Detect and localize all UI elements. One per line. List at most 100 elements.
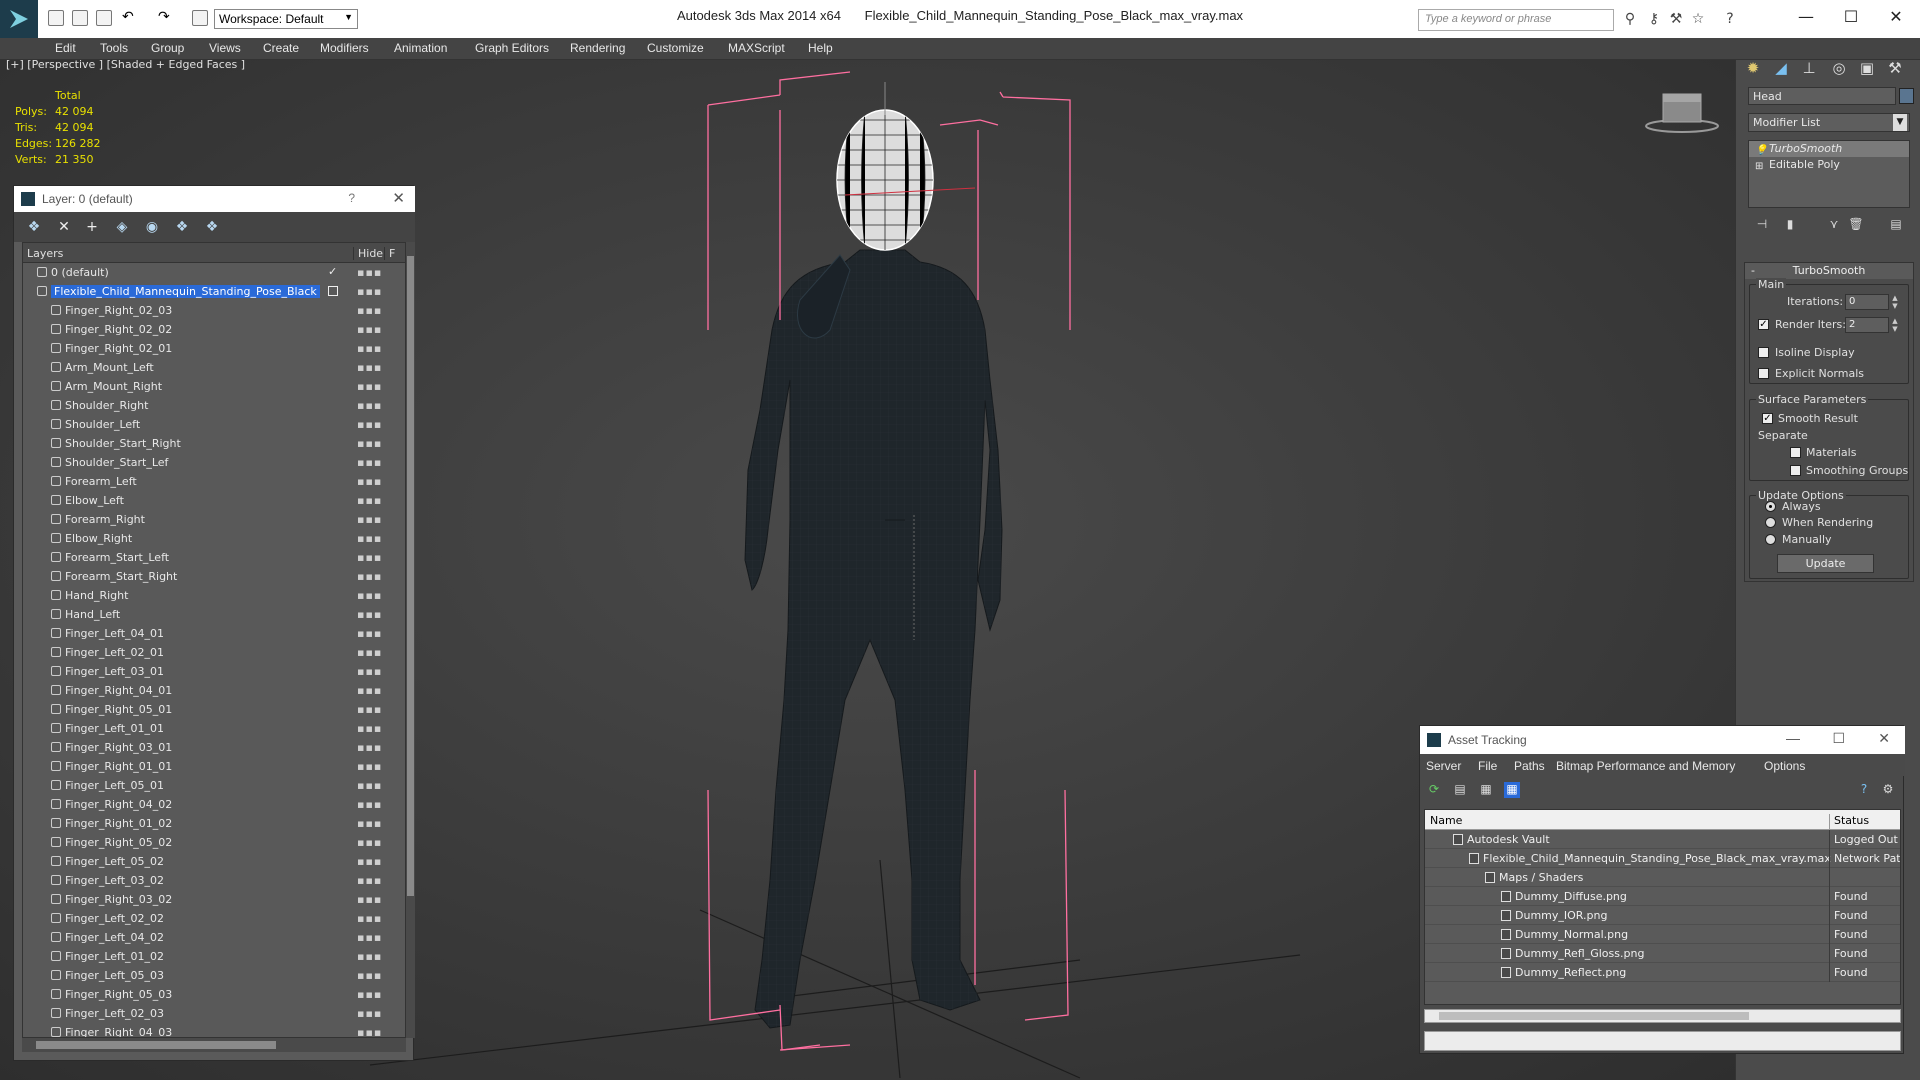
- remove-modifier-icon[interactable]: 🗑: [1848, 217, 1864, 233]
- layer-object-item[interactable]: Finger_Left_02_02 ▪▪▪: [23, 909, 405, 928]
- favorites-star-icon[interactable]: ☆: [1690, 11, 1706, 27]
- layer-window-titlebar[interactable]: Layer: 0 (default) ? ✕: [14, 186, 415, 212]
- hide-toggle-icon[interactable]: ▪▪▪: [357, 931, 382, 944]
- close-button[interactable]: ✕: [392, 189, 405, 207]
- minimize-button[interactable]: —: [1786, 5, 1826, 29]
- hide-toggle-icon[interactable]: ▪▪▪: [357, 551, 382, 564]
- menu-views[interactable]: Views: [209, 41, 241, 55]
- column-hide[interactable]: Hide: [353, 247, 383, 260]
- freeze-all-icon[interactable]: ❖: [204, 219, 220, 235]
- layer-object-item[interactable]: Finger_Right_04_02 ▪▪▪: [23, 795, 405, 814]
- refresh-icon[interactable]: ⟳: [1426, 782, 1442, 798]
- menu-customize[interactable]: Customize: [647, 41, 704, 55]
- subscription-icon[interactable]: ⚷: [1646, 11, 1662, 27]
- hide-toggle-icon[interactable]: ▪▪▪: [357, 817, 382, 830]
- hide-toggle-icon[interactable]: ▪▪▪: [357, 589, 382, 602]
- scrollbar-thumb[interactable]: [1439, 1012, 1749, 1020]
- hide-toggle-icon[interactable]: ▪▪▪: [357, 399, 382, 412]
- hide-toggle-icon[interactable]: ▪▪▪: [357, 513, 382, 526]
- settings-icon[interactable]: ⚙: [1880, 782, 1896, 798]
- layer-object-item[interactable]: Finger_Left_03_02 ▪▪▪: [23, 871, 405, 890]
- create-tab-icon[interactable]: ✹: [1742, 57, 1764, 79]
- layer-object-item[interactable]: Shoulder_Start_Lef ▪▪▪: [23, 453, 405, 472]
- hide-toggle-icon[interactable]: ▪▪▪: [357, 608, 382, 621]
- set-current-layer-icon[interactable]: [328, 286, 338, 296]
- layer-object-item[interactable]: Finger_Right_04_03 ▪▪▪: [23, 1023, 405, 1037]
- search-input[interactable]: Type a keyword or phrase: [1418, 9, 1614, 31]
- when-rendering-radio[interactable]: [1765, 517, 1776, 528]
- menu-maxscript[interactable]: MAXScript: [728, 41, 785, 55]
- layer-object-item[interactable]: Shoulder_Right ▪▪▪: [23, 396, 405, 415]
- smooth-result-checkbox[interactable]: ✓: [1762, 413, 1773, 424]
- stack-item-turbosmooth[interactable]: 💡 TurboSmooth: [1749, 141, 1909, 157]
- hide-toggle-icon[interactable]: ▪▪▪: [357, 532, 382, 545]
- app-logo-button[interactable]: [0, 0, 38, 38]
- layer-object-item[interactable]: Finger_Left_05_02 ▪▪▪: [23, 852, 405, 871]
- asset-row[interactable]: Flexible_Child_Mannequin_Standing_Pose_B…: [1425, 849, 1900, 868]
- layer-object-item[interactable]: Hand_Left ▪▪▪: [23, 605, 405, 624]
- layer-vertical-scrollbar[interactable]: [406, 242, 415, 1038]
- layer-object-item[interactable]: Arm_Mount_Left ▪▪▪: [23, 358, 405, 377]
- help-button[interactable]: ?: [348, 191, 355, 205]
- hide-toggle-icon[interactable]: ▪▪▪: [357, 703, 382, 716]
- list-view-icon[interactable]: ▤: [1452, 782, 1468, 798]
- layer-object-item[interactable]: Finger_Left_03_01 ▪▪▪: [23, 662, 405, 681]
- layer-object-item[interactable]: Finger_Right_01_02 ▪▪▪: [23, 814, 405, 833]
- layer-object-item[interactable]: Elbow_Left ▪▪▪: [23, 491, 405, 510]
- hide-toggle-icon[interactable]: ▪▪▪: [357, 437, 382, 450]
- minimize-button[interactable]: —: [1786, 730, 1800, 746]
- menu-help[interactable]: Help: [808, 41, 833, 55]
- project-folder-icon[interactable]: [192, 10, 208, 26]
- hide-toggle-icon[interactable]: ▪▪▪: [357, 684, 382, 697]
- explicit-normals-checkbox[interactable]: [1758, 368, 1769, 379]
- asset-horizontal-scrollbar[interactable]: [1424, 1009, 1901, 1023]
- layer-object-item[interactable]: Finger_Right_01_01 ▪▪▪: [23, 757, 405, 776]
- layer-object-item[interactable]: Finger_Left_01_02 ▪▪▪: [23, 947, 405, 966]
- close-button[interactable]: ✕: [1876, 5, 1916, 29]
- asset-row[interactable]: Dummy_Refl_Gloss.png Found: [1425, 944, 1900, 963]
- close-button[interactable]: ✕: [1878, 730, 1890, 747]
- hide-toggle-icon[interactable]: ▪▪▪: [357, 380, 382, 393]
- hide-toggle-icon[interactable]: ▪▪▪: [357, 475, 382, 488]
- render-iters-checkbox[interactable]: ✓: [1758, 319, 1769, 330]
- layer-object-item[interactable]: Finger_Right_05_03 ▪▪▪: [23, 985, 405, 1004]
- layer-object-item[interactable]: Shoulder_Start_Right ▪▪▪: [23, 434, 405, 453]
- menu-modifiers[interactable]: Modifiers: [320, 41, 369, 55]
- collapse-icon[interactable]: -: [1751, 263, 1755, 279]
- make-unique-icon[interactable]: ⋎: [1826, 217, 1842, 233]
- layer-horizontal-scrollbar[interactable]: [22, 1038, 406, 1052]
- layer-object-item[interactable]: Forearm_Start_Right ▪▪▪: [23, 567, 405, 586]
- add-to-layer-icon[interactable]: +: [84, 219, 100, 235]
- layer-object-item[interactable]: Forearm_Right ▪▪▪: [23, 510, 405, 529]
- menu-create[interactable]: Create: [263, 41, 299, 55]
- hide-toggle-icon[interactable]: ▪▪▪: [357, 798, 382, 811]
- layer-object-item[interactable]: Finger_Right_05_01 ▪▪▪: [23, 700, 405, 719]
- viewport-label[interactable]: [+] [Perspective ] [Shaded + Edged Faces…: [6, 60, 245, 71]
- asset-menu-options[interactable]: Options: [1764, 759, 1805, 773]
- select-objects-icon[interactable]: ◈: [114, 219, 130, 235]
- hide-toggle-icon[interactable]: ▪▪▪: [357, 988, 382, 1001]
- hide-toggle-icon[interactable]: ▪▪▪: [357, 950, 382, 963]
- help-icon[interactable]: ?: [1722, 11, 1738, 27]
- save-file-icon[interactable]: [96, 10, 112, 26]
- motion-tab-icon[interactable]: ◎: [1828, 57, 1850, 79]
- hide-toggle-icon[interactable]: ▪▪▪: [357, 266, 382, 279]
- isoline-display-checkbox[interactable]: [1758, 347, 1769, 358]
- layer-object-item[interactable]: Finger_Right_03_02 ▪▪▪: [23, 890, 405, 909]
- hide-toggle-icon[interactable]: ▪▪▪: [357, 855, 382, 868]
- hide-toggle-icon[interactable]: ▪▪▪: [357, 1007, 382, 1020]
- layer-object-item[interactable]: Finger_Right_02_01 ▪▪▪: [23, 339, 405, 358]
- layer-object-item[interactable]: Finger_Left_05_03 ▪▪▪: [23, 966, 405, 985]
- layer-object-item[interactable]: Finger_Right_02_02 ▪▪▪: [23, 320, 405, 339]
- iterations-spinner[interactable]: 0: [1845, 294, 1889, 310]
- table-view-icon[interactable]: ▦: [1504, 782, 1520, 798]
- materials-checkbox[interactable]: [1790, 447, 1801, 458]
- asset-row[interactable]: Maps / Shaders: [1425, 868, 1900, 887]
- asset-menu-paths[interactable]: Paths: [1514, 759, 1545, 773]
- configure-sets-icon[interactable]: ▤: [1888, 217, 1904, 233]
- hide-toggle-icon[interactable]: ▪▪▪: [357, 874, 382, 887]
- open-file-icon[interactable]: [72, 10, 88, 26]
- asset-row[interactable]: Dummy_IOR.png Found: [1425, 906, 1900, 925]
- hide-toggle-icon[interactable]: ▪▪▪: [357, 323, 382, 336]
- asset-row[interactable]: Dummy_Normal.png Found: [1425, 925, 1900, 944]
